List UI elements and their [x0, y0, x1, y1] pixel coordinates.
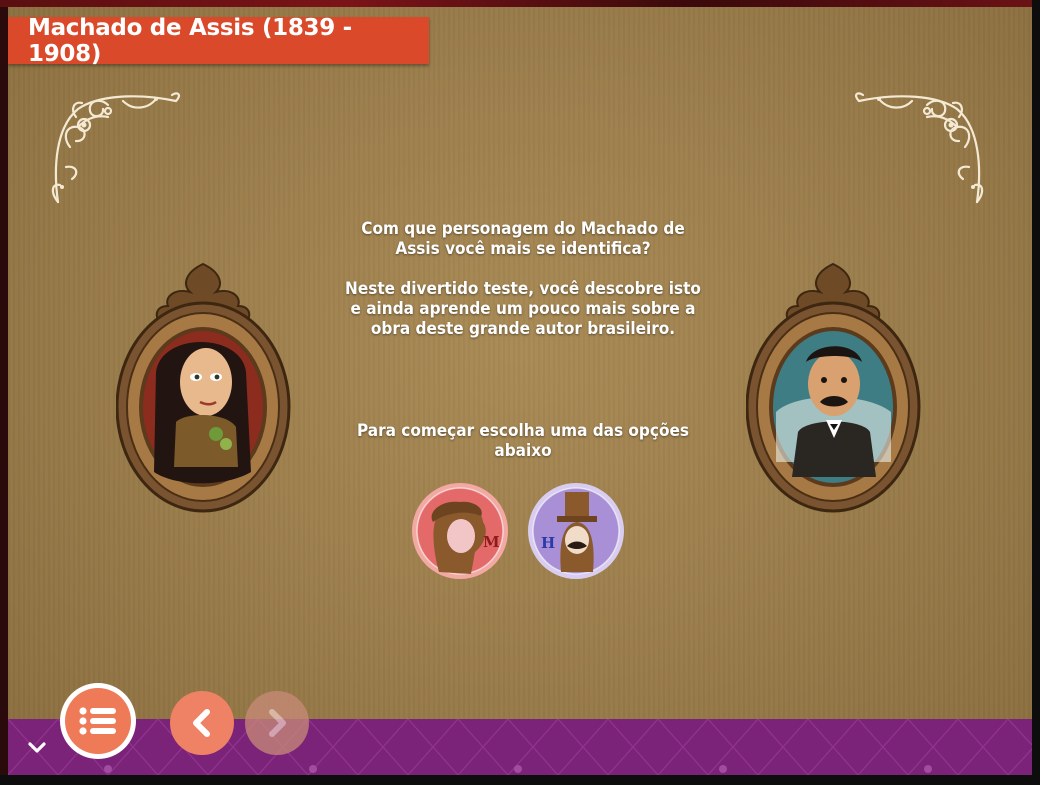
- list-icon: [79, 707, 116, 735]
- quiz-stage: Machado de Assis (1839 - 1908) Com que p…: [8, 7, 1032, 775]
- woman-portrait-frame: [116, 262, 291, 513]
- footer-bar: [8, 719, 1032, 775]
- menu-button-inner: [65, 688, 131, 754]
- chevron-right-icon: [269, 709, 286, 737]
- menu-button[interactable]: [60, 683, 136, 759]
- corner-ornament-icon: [51, 92, 181, 204]
- option-m-button[interactable]: M: [411, 482, 509, 580]
- man-portrait-frame: [746, 262, 921, 513]
- man-silhouette-icon: H: [528, 483, 624, 579]
- chevron-down-icon: [28, 742, 46, 753]
- chevron-left-icon: [193, 709, 210, 737]
- previous-button[interactable]: [170, 691, 234, 755]
- quiz-prompt: Para começar escolha uma das opções abai…: [357, 421, 689, 461]
- svg-text:M: M: [483, 533, 500, 551]
- woman-silhouette-icon: M: [412, 483, 508, 579]
- footer-pattern: [8, 719, 1032, 775]
- title-banner: Machado de Assis (1839 - 1908): [8, 14, 429, 67]
- right-edge: [1032, 0, 1040, 785]
- page-title: Machado de Assis (1839 - 1908): [28, 14, 352, 67]
- svg-text:H: H: [541, 534, 555, 552]
- bottom-edge: [0, 775, 1040, 785]
- top-strip: [0, 0, 1040, 7]
- collapse-button[interactable]: [26, 737, 48, 759]
- next-button[interactable]: [245, 691, 309, 755]
- option-h-button[interactable]: H: [527, 482, 625, 580]
- quiz-description: Neste divertido teste, você descobre ist…: [345, 279, 701, 339]
- quiz-question: Com que personagem do Machado de Assis v…: [361, 219, 685, 259]
- corner-ornament-icon: [854, 92, 984, 204]
